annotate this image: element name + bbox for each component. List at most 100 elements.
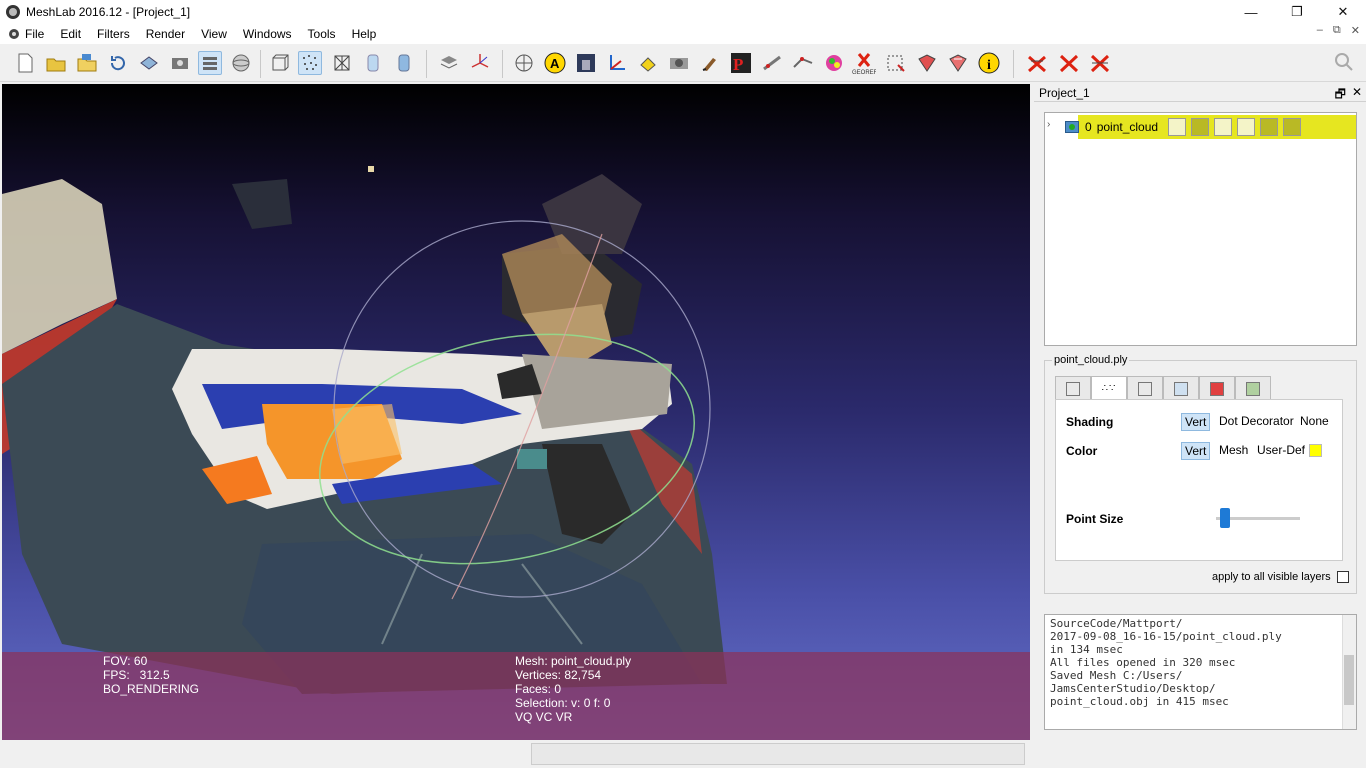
wireframe-mode-icon[interactable]	[1214, 118, 1233, 136]
info-icon[interactable]: i	[977, 51, 1001, 75]
toolbar-separator	[502, 50, 503, 78]
point-cloud-render	[2, 166, 727, 694]
menu-file[interactable]: File	[0, 27, 52, 41]
layer-stack-icon[interactable]	[437, 51, 461, 75]
points-icon: ∴∵	[1101, 383, 1117, 394]
layers-toggle-icon[interactable]	[198, 51, 222, 75]
tab-points[interactable]: ∴∵	[1091, 376, 1127, 400]
restore-button[interactable]: ❐	[1274, 0, 1320, 24]
expand-arrow-icon[interactable]: ›	[1047, 119, 1050, 130]
shading-label: Shading	[1066, 415, 1114, 429]
mesh-stats: Mesh: point_cloud.ply Vertices: 82,754 F…	[515, 654, 631, 724]
paint-mesh-icon[interactable]	[822, 51, 846, 75]
points-mode-icon[interactable]	[1191, 118, 1210, 136]
mdi-minimize-button[interactable]: –	[1317, 24, 1323, 37]
snapshot-icon[interactable]	[168, 51, 192, 75]
menu-filters[interactable]: Filters	[89, 27, 138, 41]
tab-bbox[interactable]	[1055, 376, 1091, 400]
apply-all-checkbox[interactable]	[1336, 571, 1349, 583]
axes-icon[interactable]	[605, 51, 629, 75]
shading-none-option[interactable]: None	[1297, 413, 1332, 429]
smooth-shading-icon[interactable]	[392, 51, 416, 75]
menu-tools[interactable]: Tools	[300, 27, 344, 41]
measure-icon[interactable]	[760, 51, 784, 75]
reload-icon[interactable]	[106, 51, 130, 75]
points-icon[interactable]	[298, 51, 322, 75]
shading-dot-decorator-option[interactable]: Dot Decorator	[1216, 413, 1297, 429]
color-vert-option[interactable]: Vert	[1181, 442, 1211, 460]
log-scrollbar-thumb[interactable]	[1344, 655, 1354, 705]
shading-vert-option[interactable]: Vert	[1181, 413, 1211, 431]
menu-render[interactable]: Render	[138, 27, 193, 41]
bbox-icon[interactable]	[268, 51, 292, 75]
window-controls: — ❐ ✕	[1228, 0, 1366, 24]
flat-mode-icon[interactable]	[1237, 118, 1256, 136]
new-document-icon[interactable]	[13, 51, 37, 75]
log-scrollbar[interactable]	[1342, 615, 1356, 729]
status-message-bar	[531, 743, 1025, 765]
select-connected-icon[interactable]	[946, 51, 970, 75]
raster-icon[interactable]	[574, 51, 598, 75]
save-icon[interactable]	[137, 51, 161, 75]
brush-icon[interactable]	[698, 51, 722, 75]
decorator-mode-icon[interactable]	[1283, 118, 1302, 136]
selection-readout: Selection: v: 0 f: 0	[515, 696, 611, 710]
flat-shading-icon[interactable]	[361, 51, 385, 75]
layer-index: 0	[1085, 120, 1092, 134]
axis-gizmo-icon[interactable]	[468, 51, 492, 75]
camera-icon[interactable]	[667, 51, 691, 75]
tab-flat[interactable]	[1163, 376, 1199, 400]
menu-edit[interactable]: Edit	[52, 27, 89, 41]
layer-row-point-cloud[interactable]: 0 point_cloud	[1065, 115, 1356, 139]
select-faces-icon[interactable]	[915, 51, 939, 75]
wireframe-sphere-icon[interactable]	[229, 51, 253, 75]
search-icon[interactable]	[1334, 52, 1354, 72]
apply-all-row: apply to all visible layers	[1212, 571, 1349, 583]
main-toolbar: A P GEOREF i	[0, 44, 1366, 82]
georef-icon[interactable]: GEOREF	[852, 51, 878, 76]
visibility-eye-icon[interactable]	[1065, 121, 1079, 133]
menu-windows[interactable]: Windows	[235, 27, 300, 41]
menu-view[interactable]: View	[193, 27, 235, 41]
wireframe-icon[interactable]	[330, 51, 354, 75]
minimize-button[interactable]: —	[1228, 0, 1274, 24]
pp-pick-icon[interactable]: P	[729, 51, 753, 75]
select-vertices-icon[interactable]	[884, 51, 908, 75]
log-window[interactable]: SourceCode/Mattport/ 2017-09-08_16-16-15…	[1044, 614, 1357, 730]
log-text: SourceCode/Mattport/ 2017-09-08_16-16-15…	[1050, 617, 1282, 708]
point-size-label: Point Size	[1066, 512, 1124, 526]
mdi-controls: – ⧉ ✕	[1317, 24, 1360, 37]
layer-panel: Project_1 🗗 ✕ › 0 point_cloud point_clou…	[1034, 84, 1366, 768]
align-icon[interactable]	[791, 51, 815, 75]
close-button[interactable]: ✕	[1320, 0, 1366, 24]
tab-texture[interactable]	[1199, 376, 1235, 400]
tab-decorator[interactable]	[1235, 376, 1271, 400]
mdi-close-button[interactable]: ✕	[1351, 24, 1360, 37]
tab-wireframe[interactable]	[1127, 376, 1163, 400]
bbox-mode-icon[interactable]	[1168, 118, 1187, 136]
svg-text:A: A	[550, 56, 560, 71]
texture-mode-icon[interactable]	[1260, 118, 1279, 136]
delete-all-icon[interactable]	[1088, 51, 1112, 75]
float-panel-button[interactable]: 🗗	[1335, 85, 1346, 106]
color-mesh-option[interactable]: Mesh	[1216, 442, 1251, 458]
panel-header: Project_1 🗗 ✕	[1034, 84, 1366, 102]
mdi-restore-button[interactable]: ⧉	[1333, 24, 1341, 37]
delete-faces-icon[interactable]	[1057, 51, 1081, 75]
vertices-readout: Vertices: 82,754	[515, 668, 602, 682]
fps-readout: FPS: 312.5	[103, 668, 170, 682]
close-panel-button[interactable]: ✕	[1352, 85, 1362, 106]
open-project-icon[interactable]	[75, 51, 99, 75]
globe-icon[interactable]	[512, 51, 536, 75]
color-user-def-option[interactable]: User-Def	[1254, 442, 1308, 458]
3d-viewport[interactable]: FOV: 60 FPS: 312.5 BO_RENDERING Mesh: po…	[2, 84, 1030, 740]
user-color-swatch[interactable]	[1309, 444, 1322, 457]
open-icon[interactable]	[44, 51, 68, 75]
menu-help[interactable]: Help	[344, 27, 385, 41]
project-title: Project_1	[1039, 85, 1090, 100]
paint-bucket-icon[interactable]	[636, 51, 660, 75]
delete-vertices-icon[interactable]	[1025, 51, 1049, 75]
info-overlay: FOV: 60 FPS: 312.5 BO_RENDERING Mesh: po…	[2, 652, 1030, 740]
point-size-slider-handle[interactable]	[1219, 508, 1230, 528]
annotation-icon[interactable]: A	[543, 51, 567, 75]
